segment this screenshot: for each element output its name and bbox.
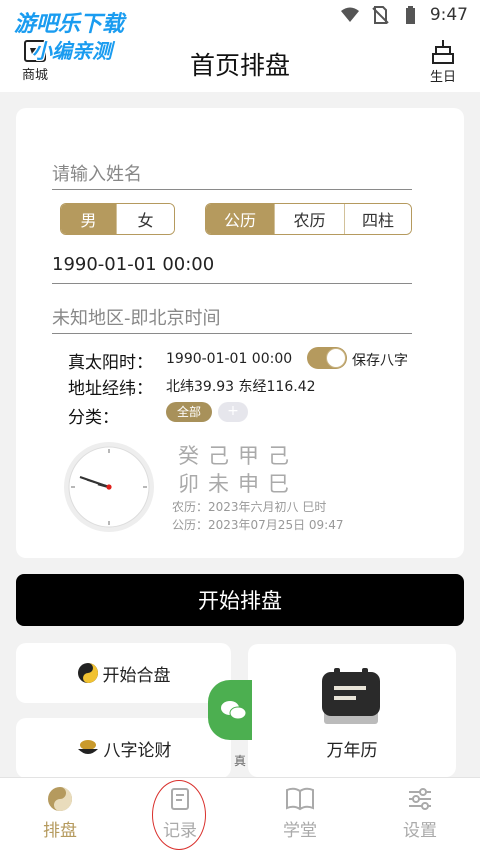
status-icons: 9:47 [340, 5, 468, 25]
name-input[interactable]: 请输入姓名 [52, 156, 412, 190]
coord-label: 地址经纬： [68, 379, 153, 399]
bazi-stems: 癸己甲己 [178, 444, 298, 468]
lunzai-tile[interactable]: 八字论财 [16, 718, 231, 778]
nav-school[interactable]: 学堂 [240, 778, 360, 853]
calendar-icon [322, 668, 380, 724]
wannianli-tile[interactable]: 万年历 [248, 644, 456, 777]
nav-paipan-label: 排盘 [43, 821, 77, 841]
nav-school-label: 学堂 [283, 821, 317, 841]
wifi-icon [340, 7, 359, 22]
no-sim-icon [372, 6, 389, 24]
calendar-sizhu-option[interactable]: 四柱 [344, 204, 411, 234]
save-bazi-toggle[interactable] [307, 347, 347, 369]
save-bazi-label: 保存八字 [352, 353, 408, 369]
calendar-lunar-option[interactable]: 农历 [274, 204, 344, 234]
cake-icon [431, 40, 454, 64]
calendar-solar-option[interactable]: 公历 [206, 204, 274, 234]
category-label: 分类： [68, 408, 119, 428]
birthday-button[interactable]: 生日 [430, 38, 456, 85]
gender-male-option[interactable]: 男 [61, 204, 116, 234]
battery-icon [405, 6, 415, 24]
watermark-logo: 游吧乐下载 小编亲测 [14, 12, 125, 63]
lunzai-label: 八字论财 [103, 740, 172, 761]
lunar-date: 农历：2023年六月初八 巳时 [172, 500, 327, 514]
clock-icon [64, 442, 154, 532]
datetime-input[interactable]: 1990-01-01 00:00 [52, 250, 412, 284]
wannianli-label: 万年历 [326, 741, 378, 761]
calendar-selector: 公历 农历 四柱 [205, 203, 412, 235]
floating-chat-widget[interactable] [208, 680, 252, 740]
true-solar-label: 真太阳时： [68, 353, 153, 373]
birthday-label: 生日 [429, 70, 456, 85]
chat-icon [221, 701, 246, 720]
solar-date: 公历：2023年07月25日 09:47 [172, 518, 344, 532]
coord-value: 北纬39.93 东经116.42 [166, 379, 316, 395]
true-solar-value: 1990-01-01 00:00 [166, 351, 293, 367]
bottom-nav: 排盘 记录 学堂 设置 [0, 777, 480, 853]
floating-widget-text: 真 [234, 754, 247, 768]
highlight-circle-annotation [152, 780, 206, 850]
nav-settings[interactable]: 设置 [360, 778, 480, 853]
hepan-tile[interactable]: 开始合盘 [16, 643, 231, 703]
status-time: 9:47 [429, 5, 468, 25]
location-input[interactable]: 未知地区-即北京时间 [52, 300, 412, 334]
gender-female-option[interactable]: 女 [116, 204, 174, 234]
gender-selector: 男 女 [60, 203, 175, 235]
category-chip-all[interactable]: 全部 [166, 402, 212, 422]
nav-paipan[interactable]: 排盘 [0, 778, 120, 853]
bazi-branches: 卯未申巳 [178, 472, 298, 496]
hepan-label: 开始合盘 [102, 665, 171, 686]
yin-yang-icon [48, 787, 72, 811]
yin-yang-icon [77, 663, 98, 683]
toggle-knob [326, 348, 346, 368]
nav-settings-label: 设置 [403, 821, 437, 841]
treasure-bowl-icon [77, 740, 98, 754]
start-paipan-button[interactable]: 开始排盘 [16, 574, 464, 626]
settings-icon [409, 788, 431, 810]
book-icon [286, 787, 314, 811]
category-add-button[interactable]: + [218, 402, 248, 422]
